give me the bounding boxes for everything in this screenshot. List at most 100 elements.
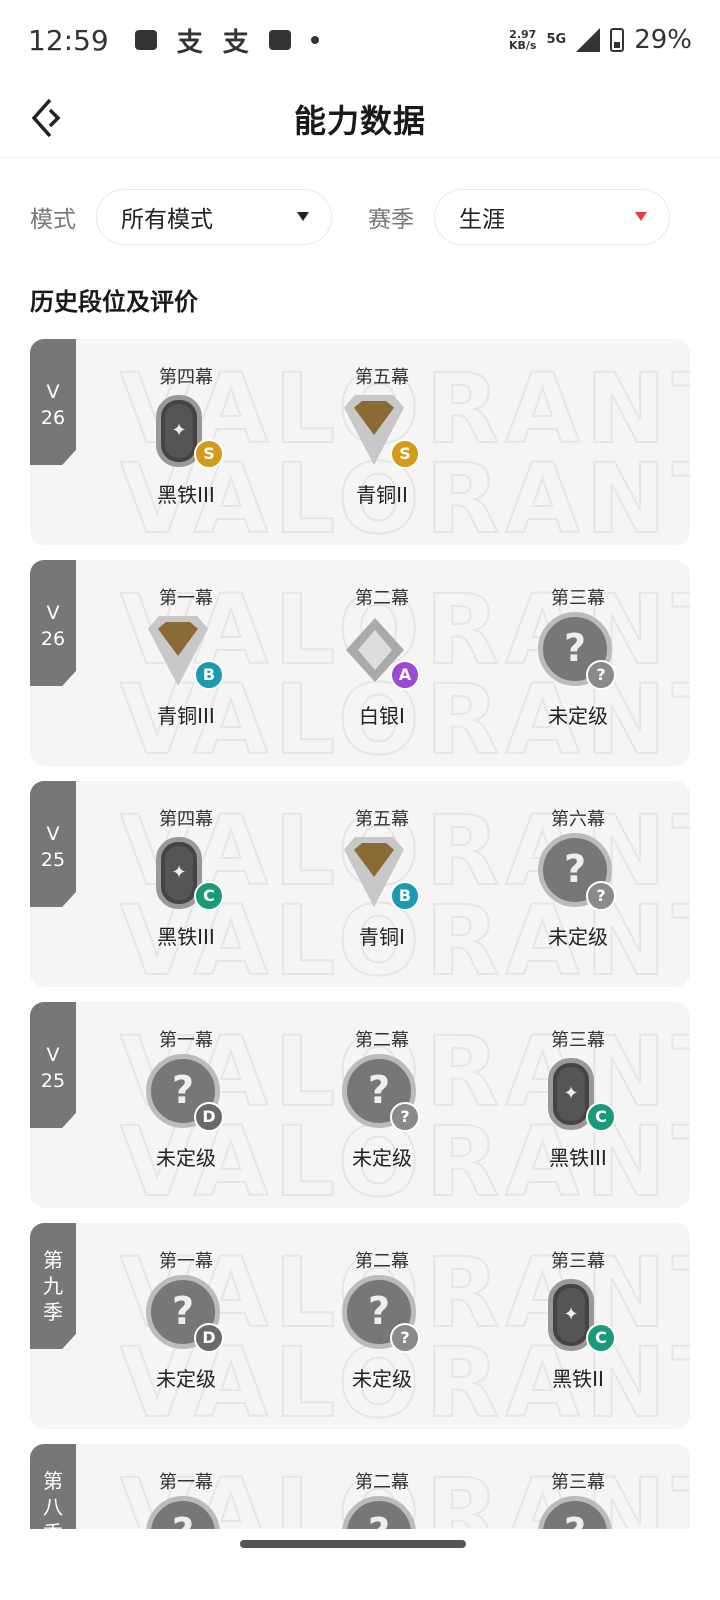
battery-icon <box>610 28 625 52</box>
act-item[interactable]: 第六幕?? 未定级 <box>480 805 676 950</box>
grade-badge: ? <box>586 660 616 690</box>
unranked-rank-icon: ? <box>538 1496 612 1529</box>
act-item[interactable]: 第一幕 ? D 未定级 <box>88 1026 284 1171</box>
act-name: 第三幕 <box>551 1472 605 1493</box>
grade-badge: C <box>586 1102 616 1132</box>
act-item[interactable]: 第一幕? <box>88 1468 284 1529</box>
grade-badge: S <box>194 439 224 469</box>
act-rank: 青铜III <box>157 704 215 728</box>
act-item[interactable]: 第二幕?? 未定级 <box>284 1026 480 1171</box>
rank-badge: ?? <box>538 612 618 692</box>
status-time: 12:59 <box>28 23 109 57</box>
grade-badge: B <box>390 881 420 911</box>
act-item[interactable]: 第五幕 S 青铜II <box>284 363 480 508</box>
act-name: 第五幕 <box>355 809 409 830</box>
season-tab: 第九季 <box>30 1223 76 1349</box>
rank-badge: B <box>146 612 226 692</box>
act-item[interactable]: 第一幕 B 青铜III <box>88 584 284 729</box>
acts-row: 第四幕 C 黑铁III 第五幕 B 青铜I 第六幕?? 未定级 <box>88 805 680 950</box>
rank-badge: ?? <box>342 1275 422 1355</box>
season-tab-text: V <box>46 602 60 624</box>
season-tab-text: 26 <box>40 407 66 429</box>
grade-badge: B <box>194 660 224 690</box>
rank-badge: ? <box>342 1496 422 1529</box>
act-rank: 黑铁III <box>549 1146 607 1170</box>
act-name: 第六幕 <box>551 809 605 830</box>
season-tab-text: V <box>46 1044 60 1066</box>
act-name: 第一幕 <box>159 1251 213 1272</box>
header: 能力数据 <box>0 80 720 158</box>
grade-badge: S <box>390 439 420 469</box>
act-rank: 未定级 <box>548 925 608 949</box>
acts-row: 第一幕 B 青铜III 第二幕 A 白银I 第三幕?? 未定级 <box>88 584 680 729</box>
season-tab: V 25 <box>30 1002 76 1128</box>
back-arrow-icon <box>31 98 61 138</box>
alipay-icon: 支 <box>176 27 203 58</box>
season-tab-text: 25 <box>40 1070 66 1092</box>
acts-row: 第一幕?D未定级第二幕??未定级第三幕C黑铁II <box>88 1247 680 1392</box>
act-name: 第二幕 <box>355 588 409 609</box>
rank-badge: C <box>538 1275 618 1355</box>
act-item[interactable]: 第三幕? <box>480 1468 676 1529</box>
season-tab-text: V <box>46 381 60 403</box>
season-card: VALORANTVALORANT第九季第一幕?D未定级第二幕??未定级第三幕C黑… <box>30 1223 690 1429</box>
grade-badge: C <box>586 1323 616 1353</box>
filter-bar: 模式 所有模式 赛季 生涯 <box>0 188 720 246</box>
season-card: VALORANTVALORANTV25第四幕C黑铁III第五幕B青铜I第六幕??… <box>30 781 690 987</box>
section-title: 历史段位及评价 <box>30 288 198 316</box>
act-name: 第一幕 <box>159 1472 213 1493</box>
grade-badge: C <box>194 881 224 911</box>
act-rank: 白银I <box>359 704 405 728</box>
rank-badge: A <box>342 612 422 692</box>
page-title: 能力数据 <box>293 101 426 140</box>
season-card: VALORANT VALORANT V 26 第一幕 B 青铜III 第二幕 A 白银I 第三幕??… <box>30 560 690 766</box>
act-item[interactable]: 第四幕 S 黑铁III <box>88 363 284 508</box>
back-button[interactable] <box>24 94 72 142</box>
home-indicator[interactable] <box>240 1540 466 1548</box>
rank-badge: C <box>146 833 226 913</box>
act-name: 第一幕 <box>159 1030 213 1051</box>
rank-badge: ?? <box>342 1054 422 1134</box>
act-name: 第三幕 <box>551 588 605 609</box>
act-name: 第四幕 <box>159 367 213 388</box>
act-name: 第三幕 <box>551 1251 605 1272</box>
act-item[interactable]: 第四幕 C 黑铁III <box>88 805 284 950</box>
act-item[interactable]: 第二幕 A 白银I <box>284 584 480 729</box>
act-rank: 未定级 <box>548 704 608 728</box>
signal-icon <box>576 28 601 52</box>
grade-badge: D <box>194 1102 224 1132</box>
season-card: VALORANTVALORANTV26第四幕S黑铁III第五幕S青铜II <box>30 339 690 545</box>
act-item[interactable]: 第三幕?? 未定级 <box>480 584 676 729</box>
season-list[interactable]: VALORANTVALORANTV26第四幕S黑铁III第五幕S青铜IIVALO… <box>0 339 720 1529</box>
season-card: VALORANTVALORANTV25第一幕?D未定级第二幕??未定级第三幕C黑… <box>30 1002 690 1208</box>
season-tab: V 25 <box>30 781 76 907</box>
dropdown-arrow-icon <box>297 212 309 221</box>
act-name: 第二幕 <box>355 1251 409 1272</box>
mode-select[interactable]: 所有模式 <box>96 189 332 245</box>
rank-badge: ? <box>538 1496 618 1529</box>
season-tab: V 26 <box>30 339 76 465</box>
act-item[interactable]: 第三幕 C 黑铁II <box>480 1247 676 1392</box>
season-value: 生涯 <box>459 207 505 233</box>
mode-label: 模式 <box>30 207 76 233</box>
acts-row: 第一幕?D未定级第二幕??未定级第三幕C黑铁III <box>88 1026 680 1171</box>
act-item[interactable]: 第一幕 ? D 未定级 <box>88 1247 284 1392</box>
season-tab-text: 26 <box>40 628 66 650</box>
season-label: 赛季 <box>368 207 414 233</box>
act-item[interactable]: 第二幕? <box>284 1468 480 1529</box>
grade-badge: ? <box>586 881 616 911</box>
act-item[interactable]: 第五幕 B 青铜I <box>284 805 480 950</box>
season-select[interactable]: 生涯 <box>434 189 670 245</box>
rank-badge: ? D <box>146 1275 226 1355</box>
message-icon <box>134 30 157 50</box>
net-speed: 2.97 KB/s <box>509 28 537 52</box>
act-name: 第二幕 <box>355 1030 409 1051</box>
mode-value: 所有模式 <box>121 207 213 233</box>
season-tab-text: 第 <box>43 1469 63 1493</box>
act-item[interactable]: 第三幕 C 黑铁III <box>480 1026 676 1171</box>
status-bar: 12:59 支 支 2.97 KB/s 5G 29% <box>0 0 720 80</box>
act-rank: 黑铁III <box>157 483 215 507</box>
act-name: 第四幕 <box>159 809 213 830</box>
season-tab-text: 季 <box>30 1520 76 1529</box>
act-item[interactable]: 第二幕?? 未定级 <box>284 1247 480 1392</box>
